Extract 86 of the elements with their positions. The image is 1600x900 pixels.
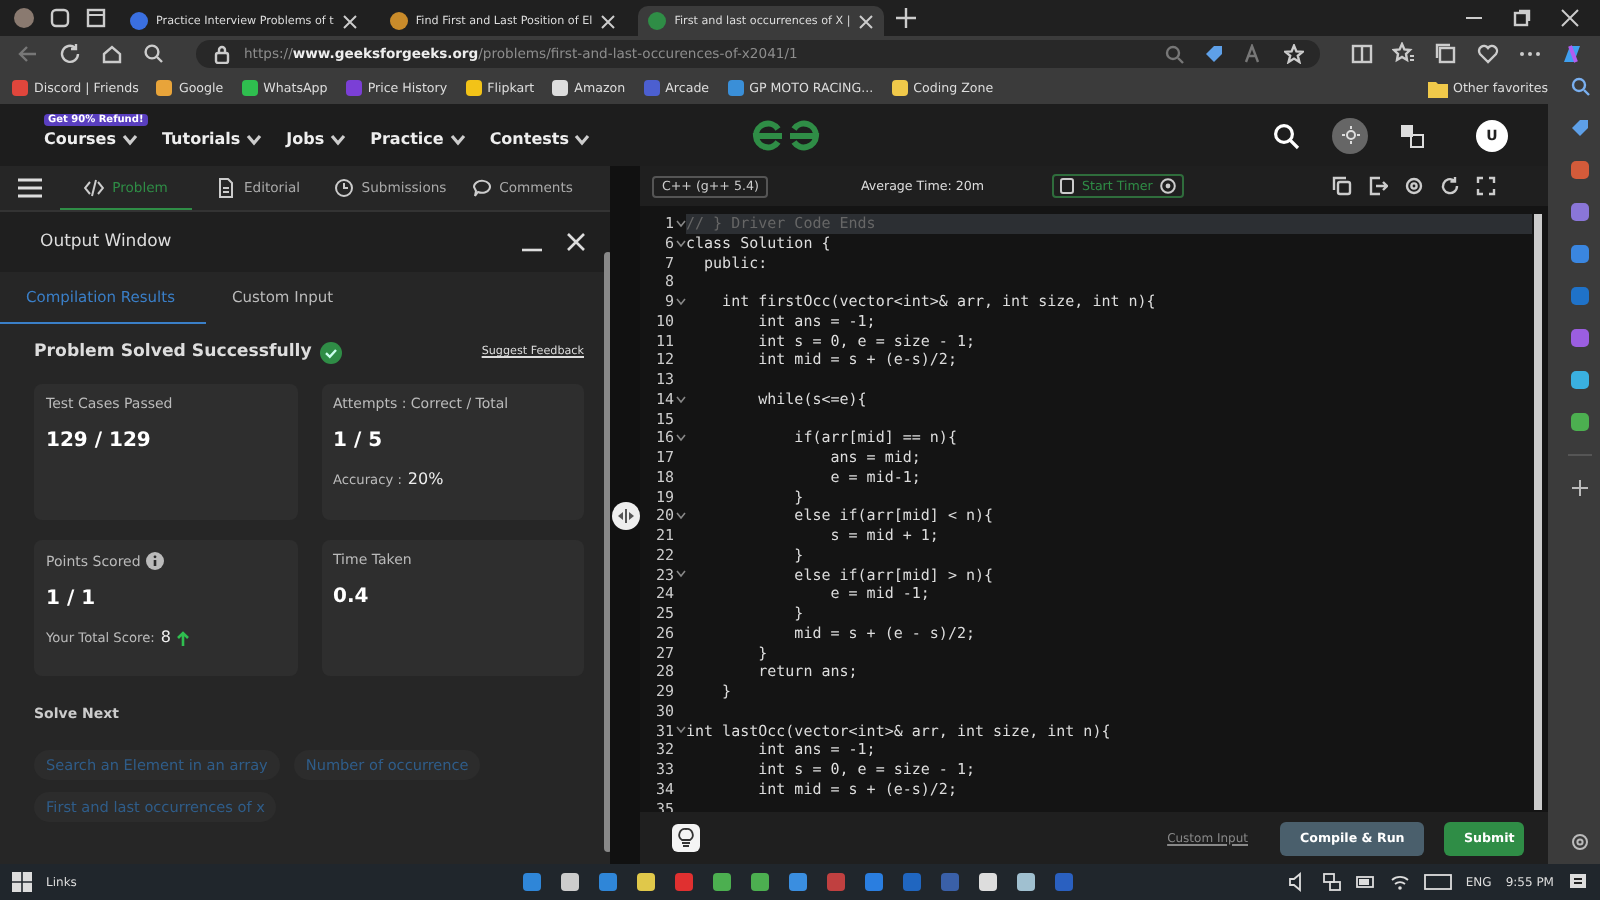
collections-icon[interactable] [1434, 42, 1458, 66]
close-icon[interactable] [858, 13, 875, 29]
copy-icon[interactable] [1332, 176, 1352, 196]
lock-icon [212, 44, 232, 64]
check-circle-icon [319, 341, 342, 363]
fold-caret-icon[interactable] [675, 219, 685, 228]
star-icon[interactable] [1284, 44, 1304, 64]
info-icon[interactable] [146, 552, 165, 570]
nav-menu-item[interactable]: Tutorials [161, 130, 263, 148]
clock-icon [333, 177, 354, 197]
caret-icon [574, 133, 591, 145]
timer-icon [1059, 178, 1074, 194]
status-text: Problem Solved Successfully [34, 342, 312, 362]
code-editor[interactable] [640, 206, 1548, 812]
notification-icon[interactable] [1568, 872, 1588, 892]
fold-caret-icon[interactable] [675, 512, 685, 521]
close-icon[interactable] [564, 230, 588, 254]
stat-note-value: 20% [407, 470, 444, 488]
settings-icon[interactable] [1570, 832, 1590, 852]
search-icon[interactable] [1272, 121, 1300, 149]
lightbulb-icon[interactable] [672, 824, 700, 852]
sun-icon [1341, 126, 1359, 144]
refresh-icon[interactable] [58, 42, 82, 66]
fold-caret-icon[interactable] [675, 395, 685, 404]
close-icon[interactable] [600, 13, 617, 29]
scrollbar[interactable] [1534, 214, 1542, 810]
logo-icon[interactable] [752, 117, 820, 153]
search-icon[interactable] [142, 42, 166, 66]
fold-caret-icon[interactable] [675, 239, 685, 248]
add-icon[interactable] [1570, 478, 1590, 498]
favorites-icon[interactable] [1392, 42, 1416, 66]
fold-caret-icon[interactable] [675, 570, 685, 579]
heart-icon[interactable] [1476, 42, 1500, 66]
copilot-icon[interactable] [1560, 42, 1584, 66]
fold-caret-icon[interactable] [675, 434, 685, 443]
caret-icon [330, 133, 347, 145]
nav-menu-item[interactable]: Practice [370, 130, 466, 148]
document-icon [215, 177, 236, 197]
windows-logo-icon[interactable] [12, 872, 32, 892]
stat-value: 0.4 [333, 586, 371, 608]
caret-icon [449, 133, 466, 145]
nav-menu-item[interactable]: Jobs [286, 130, 347, 148]
panel-title: Output Window [40, 232, 172, 252]
tag-icon[interactable] [1570, 118, 1590, 138]
workspaces-icon[interactable] [48, 6, 72, 30]
favicon-icon [648, 12, 667, 30]
tab-actions-icon[interactable] [84, 6, 108, 30]
zoom-icon[interactable] [1164, 44, 1184, 64]
settings-icon[interactable] [1404, 176, 1424, 196]
play-circle-icon [1160, 178, 1177, 194]
fold-caret-icon[interactable] [675, 726, 685, 735]
favicon-icon [130, 12, 148, 30]
home-icon[interactable] [100, 42, 124, 66]
stat-value: 129 / 129 [46, 430, 153, 452]
fullscreen-icon[interactable] [1476, 176, 1496, 196]
split-screen-icon[interactable] [1350, 42, 1374, 66]
profile-icon[interactable] [12, 6, 36, 30]
nav-menu-item[interactable]: Contests [489, 130, 591, 148]
new-tab-icon[interactable] [896, 8, 917, 28]
reset-icon[interactable] [1440, 176, 1460, 196]
resize-handle-icon[interactable] [611, 501, 639, 529]
close-icon[interactable] [341, 13, 358, 29]
stat-note-value: 8 [160, 628, 171, 646]
caret-icon [121, 133, 138, 145]
fold-caret-icon[interactable] [675, 297, 685, 306]
wifi-icon[interactable] [1389, 872, 1410, 892]
stat-value: 1 / 1 [46, 588, 98, 610]
tag-icon[interactable] [1204, 44, 1224, 64]
speech-bubble-icon [471, 177, 492, 197]
network-icon[interactable] [1321, 872, 1342, 892]
close-icon[interactable] [1560, 8, 1580, 28]
caret-icon [246, 133, 263, 145]
restore-icon[interactable] [1512, 8, 1532, 28]
theme-toggle[interactable] [1332, 117, 1368, 153]
folder-icon [1427, 79, 1447, 97]
read-aloud-icon[interactable] [1244, 44, 1264, 64]
exit-icon[interactable] [1368, 176, 1388, 196]
stat-value: 1 / 5 [333, 430, 385, 452]
menu-icon[interactable] [16, 176, 44, 200]
back-icon[interactable] [16, 42, 40, 66]
favicon-icon [389, 12, 408, 30]
nav-menu-item[interactable]: Courses [44, 130, 138, 148]
keyboard-icon[interactable] [1423, 872, 1452, 892]
battery-icon[interactable] [1355, 872, 1376, 892]
code-icon [84, 177, 105, 197]
translate-icon[interactable] [1400, 123, 1424, 147]
